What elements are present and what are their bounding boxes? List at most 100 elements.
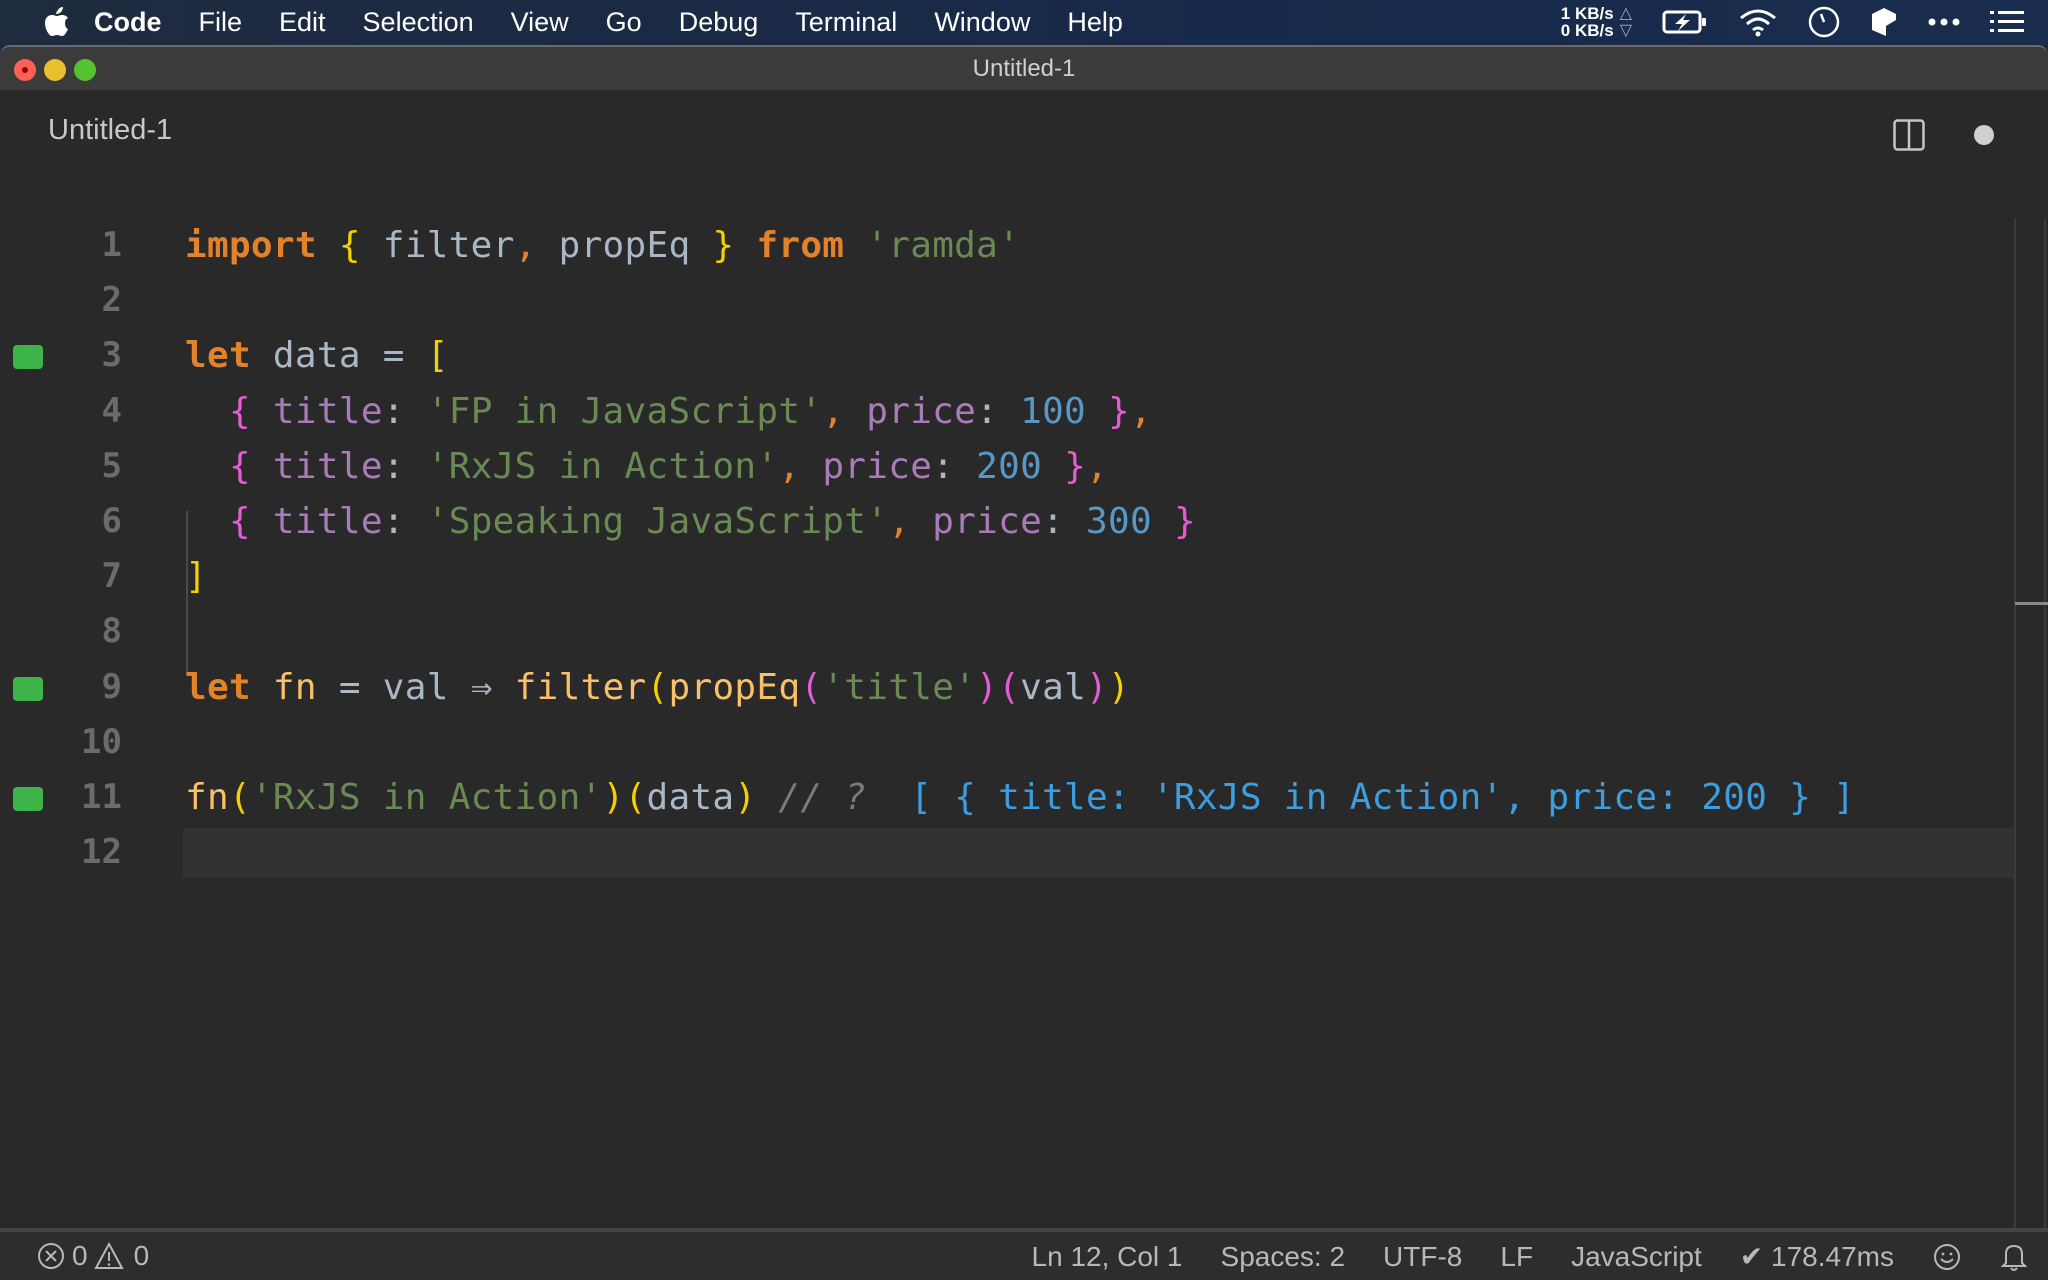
clock-icon[interactable] bbox=[1808, 6, 1840, 38]
tab-untitled-1[interactable]: Untitled-1 bbox=[48, 114, 172, 147]
menu-edit[interactable]: Edit bbox=[279, 7, 326, 38]
indentation-setting[interactable]: Spaces: 2 bbox=[1221, 1241, 1346, 1273]
code-line[interactable]: 7] bbox=[0, 550, 2016, 605]
code-token: : bbox=[1042, 501, 1065, 542]
network-upload-speed: 1 KB/s bbox=[1560, 4, 1614, 23]
line-number: 5 bbox=[101, 445, 122, 486]
code-line[interactable]: 5 { title: 'RxJS in Action', price: 200 … bbox=[0, 440, 2016, 495]
code-token: price bbox=[866, 390, 977, 432]
code-line[interactable]: 1 import { filter, propEq } from 'ramda' bbox=[0, 219, 2016, 274]
code-text[interactable]: { title: 'Speaking JavaScript', price: 3… bbox=[185, 501, 1196, 542]
error-icon bbox=[38, 1243, 64, 1269]
code-line[interactable]: 4 { title: 'FP in JavaScript', price: 10… bbox=[0, 385, 2016, 440]
code-token: ⇒ bbox=[470, 666, 493, 708]
end-of-line[interactable]: LF bbox=[1500, 1241, 1533, 1273]
code-token: ) bbox=[602, 777, 625, 818]
dropbox-icon[interactable] bbox=[1870, 6, 1898, 38]
more-icon[interactable] bbox=[1928, 17, 1960, 27]
menu-debug[interactable]: Debug bbox=[679, 7, 759, 38]
menu-app-name[interactable]: Code bbox=[94, 7, 162, 38]
code-token: : bbox=[932, 445, 955, 487]
code-token: propEq bbox=[536, 225, 713, 266]
code-text[interactable]: let data = [ bbox=[185, 335, 449, 376]
feedback-smiley-icon[interactable] bbox=[1932, 1242, 1962, 1272]
inline-result: [ { title: 'RxJS in Action', price: 200 … bbox=[910, 777, 1856, 818]
cursor-position[interactable]: Ln 12, Col 1 bbox=[1032, 1241, 1183, 1273]
code-token: price bbox=[822, 445, 933, 487]
menu-terminal[interactable]: Terminal bbox=[795, 7, 897, 38]
menu-window[interactable]: Window bbox=[934, 7, 1030, 38]
code-token: ) bbox=[1086, 666, 1109, 708]
coverage-marker-icon[interactable] bbox=[13, 345, 43, 370]
code-editor[interactable]: 1 import { filter, propEq } from 'ramda' 2… bbox=[0, 173, 2016, 1228]
code-token: 'RxJS in Action' bbox=[250, 777, 603, 818]
code-text[interactable]: let fn = val ⇒ filter(propEq('title')(va… bbox=[185, 667, 1130, 708]
code-text[interactable]: fn('RxJS in Action')(data) // ? [ { titl… bbox=[185, 777, 1855, 818]
code-token: 'Speaking JavaScript' bbox=[426, 501, 889, 542]
code-token: let bbox=[185, 335, 251, 377]
battery-charging-icon[interactable] bbox=[1662, 9, 1708, 35]
code-token: , bbox=[888, 501, 911, 542]
coverage-marker-icon[interactable] bbox=[13, 676, 43, 701]
file-encoding[interactable]: UTF-8 bbox=[1383, 1241, 1462, 1273]
menu-go[interactable]: Go bbox=[606, 7, 642, 38]
code-token: title bbox=[272, 445, 383, 487]
error-count: 0 bbox=[72, 1240, 88, 1271]
code-line[interactable]: 9 let fn = val ⇒ filter(propEq('title')(v… bbox=[0, 661, 2016, 716]
menu-file[interactable]: File bbox=[199, 7, 243, 38]
title-bar[interactable]: Untitled-1 bbox=[0, 47, 2048, 90]
code-token: val bbox=[1020, 666, 1087, 708]
notification-list-icon[interactable] bbox=[1990, 9, 2024, 35]
code-line[interactable]: 6 { title: 'Speaking JavaScript', price:… bbox=[0, 495, 2016, 550]
language-mode[interactable]: JavaScript bbox=[1571, 1241, 1702, 1273]
coverage-marker-icon[interactable] bbox=[13, 787, 43, 811]
code-text[interactable]: { title: 'FP in JavaScript', price: 100 … bbox=[185, 391, 1152, 432]
code-token: } bbox=[1064, 445, 1087, 487]
network-speed[interactable]: 1 KB/s 0 KB/s bbox=[1561, 5, 1614, 39]
split-editor-button[interactable] bbox=[1893, 119, 1925, 151]
code-token: } bbox=[1108, 390, 1130, 432]
code-token: , bbox=[1130, 390, 1152, 432]
code-token: ) bbox=[1108, 666, 1131, 708]
code-line[interactable]: 10 bbox=[0, 716, 2016, 771]
apple-menu-icon[interactable] bbox=[42, 7, 72, 37]
code-line[interactable]: 3 let data = [ bbox=[0, 329, 2016, 384]
code-token: ) bbox=[976, 666, 999, 708]
code-line[interactable]: 12 bbox=[0, 826, 2016, 881]
code-line[interactable]: 11 fn('RxJS in Action')(data) // ? [ { ti… bbox=[0, 771, 2016, 826]
code-token: 200 bbox=[976, 445, 1043, 487]
code-text[interactable]: import { filter, propEq } from 'ramda' bbox=[185, 225, 1020, 266]
code-token: ( bbox=[800, 666, 823, 708]
unsaved-changes-dot-icon[interactable] bbox=[1974, 125, 1994, 145]
line-number: 12 bbox=[81, 832, 122, 873]
code-text[interactable]: ] bbox=[185, 556, 207, 597]
code-line[interactable]: 2 bbox=[0, 274, 2016, 329]
wifi-icon[interactable] bbox=[1738, 7, 1778, 37]
menu-view[interactable]: View bbox=[511, 7, 569, 38]
code-token: ( bbox=[624, 777, 647, 818]
comment-token: // ? bbox=[778, 777, 867, 818]
menu-help[interactable]: Help bbox=[1067, 7, 1123, 38]
line-number: 2 bbox=[101, 280, 122, 321]
code-token: price bbox=[932, 501, 1043, 542]
code-token: [ bbox=[426, 335, 449, 377]
menu-selection[interactable]: Selection bbox=[363, 7, 474, 38]
quokka-timing[interactable]: ✔ 178.47ms bbox=[1740, 1240, 1894, 1273]
vertical-scrollbar-thumb[interactable] bbox=[2015, 602, 2048, 605]
split-editor-icon bbox=[1893, 119, 1925, 151]
code-token: , bbox=[1086, 445, 1109, 487]
code-line[interactable]: 8 bbox=[0, 605, 2016, 660]
notifications-bell-icon[interactable] bbox=[2000, 1241, 2028, 1273]
code-text[interactable]: { title: 'RxJS in Action', price: 200 }, bbox=[185, 446, 1108, 487]
problems-indicator[interactable]: 0 0 bbox=[36, 1240, 155, 1272]
